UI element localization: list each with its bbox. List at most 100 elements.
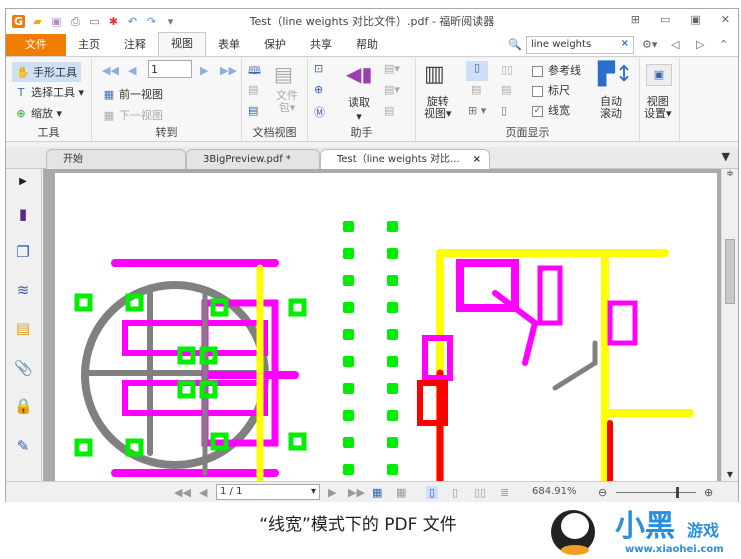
zoom-plus-icon[interactable]: ⊕: [314, 83, 323, 96]
menu-protect[interactable]: 保护: [252, 34, 298, 56]
split-button[interactable]: ⊞ ▾: [468, 104, 486, 117]
previous-view-label: 前一视图: [119, 88, 163, 101]
zoom-page-icon[interactable]: ⊡: [314, 62, 323, 75]
select-tool-button[interactable]: T 选择工具 ▾: [14, 84, 84, 100]
maximize-button[interactable]: ▣: [690, 13, 700, 26]
clear-search-button[interactable]: ×: [621, 38, 629, 49]
last-page-icon[interactable]: ▶▶: [348, 486, 365, 499]
next-view-button[interactable]: ▦ 下一视图: [102, 107, 163, 123]
search-input[interactable]: line weights ×: [526, 36, 634, 54]
split-icon[interactable]: ≑: [722, 169, 738, 179]
tab-3bigpreview[interactable]: 3BigPreview.pdf *: [186, 149, 320, 169]
document-view[interactable]: [43, 169, 721, 502]
print-icon[interactable]: ⎙: [69, 15, 82, 28]
zoom-in-icon[interactable]: ⊕: [704, 486, 713, 499]
pages-icon[interactable]: ❐: [14, 243, 32, 261]
green-dot: [343, 356, 354, 367]
page-number-input[interactable]: 1: [148, 60, 192, 78]
save-icon[interactable]: ▣: [50, 15, 63, 28]
continuous-button[interactable]: ▤: [471, 83, 481, 96]
facing-button[interactable]: ▯▯: [501, 63, 513, 76]
settings-icon[interactable]: ⚙▾: [642, 38, 657, 51]
first-page-button[interactable]: ◀◀: [102, 64, 119, 77]
previous-view-button[interactable]: ▦ 前一视图: [102, 86, 163, 102]
lock-icon[interactable]: 🔒: [14, 397, 33, 415]
vertical-scrollbar[interactable]: ≑ ▼: [721, 169, 738, 481]
prev-page-button[interactable]: ◀: [128, 64, 136, 77]
read-button[interactable]: 读取 ▾: [348, 94, 370, 123]
find-icon[interactable]: 🔍: [508, 38, 522, 51]
zoom-out-icon[interactable]: ⊖: [598, 486, 607, 499]
zoom-button[interactable]: ⊕ 缩放 ▾: [14, 105, 62, 121]
read-pause-icon[interactable]: ▤: [384, 104, 394, 117]
last-page-button[interactable]: ▶▶: [220, 64, 237, 77]
next-result-icon[interactable]: ▷: [696, 38, 704, 51]
menu-comment[interactable]: 注释: [112, 34, 158, 56]
tab-list-icon[interactable]: ▼: [722, 150, 730, 163]
layout-icon[interactable]: ⊞: [631, 13, 640, 26]
prev-result-icon[interactable]: ◁: [671, 38, 679, 51]
close-tab-icon[interactable]: ×: [473, 150, 481, 169]
lineweights-checkbox[interactable]: ✓ 线宽: [532, 102, 570, 118]
scroll-down-icon[interactable]: ▼: [722, 470, 738, 479]
open-icon[interactable]: ▰: [31, 15, 44, 28]
menu-form[interactable]: 表单: [206, 34, 252, 56]
page-view-icon[interactable]: ▤: [248, 104, 258, 117]
attachment-icon[interactable]: 📎: [14, 359, 33, 377]
view-settings-button[interactable]: 视图 设置▾: [644, 96, 672, 120]
collapse-ribbon-icon[interactable]: ⌃: [719, 38, 728, 51]
ruler-checkbox[interactable]: 标尺: [532, 82, 570, 98]
layers-icon[interactable]: ≋: [14, 281, 32, 299]
continuous-facing-button[interactable]: ▤: [501, 83, 511, 96]
previous-view-icon[interactable]: ▦: [372, 486, 382, 499]
menu-view[interactable]: 视图: [158, 32, 206, 56]
file-package-button[interactable]: 文件 包▾: [276, 90, 298, 114]
comments-icon[interactable]: ▤: [14, 319, 32, 337]
green-dot: [343, 302, 354, 313]
hand-tool-button[interactable]: ✋ 手形工具: [12, 62, 81, 82]
file-package-icon[interactable]: ▤: [274, 62, 293, 86]
continuous-mode-icon[interactable]: ▯: [452, 486, 458, 499]
continuous-facing-mode-icon[interactable]: ≣: [500, 486, 509, 499]
single-page-button[interactable]: ▯: [466, 61, 488, 81]
next-view-icon[interactable]: ▦: [396, 486, 406, 499]
close-button[interactable]: ✕: [721, 13, 730, 26]
prev-page-icon[interactable]: ◀: [199, 486, 207, 499]
form-icon[interactable]: ▭: [88, 15, 101, 28]
read-add-icon[interactable]: ▤▾: [384, 83, 400, 96]
facing-mode-icon[interactable]: ▯▯: [474, 486, 486, 499]
magnifier-icon[interactable]: Ⓜ: [314, 104, 325, 120]
page-selector[interactable]: 1 / 1 ▾: [216, 484, 320, 500]
menu-help[interactable]: 帮助: [344, 34, 390, 56]
undo-icon[interactable]: ↶: [126, 15, 139, 28]
auto-scroll-button[interactable]: 自动 滚动: [600, 96, 622, 120]
tab-start[interactable]: 开始: [46, 149, 186, 169]
zoom-slider-handle[interactable]: [676, 487, 679, 498]
menu-share[interactable]: 共享: [298, 34, 344, 56]
bookmark-icon[interactable]: ▮: [14, 205, 32, 223]
read-page-icon[interactable]: ▤▾: [384, 62, 400, 75]
rotate-view-button[interactable]: 旋转 视图▾: [424, 96, 452, 120]
customize-icon[interactable]: ▾: [164, 15, 177, 28]
signature-icon[interactable]: ✎: [14, 437, 32, 455]
single-page-mode-icon[interactable]: ▯: [426, 486, 439, 499]
redo-icon[interactable]: ↷: [145, 15, 158, 28]
zoom-slider[interactable]: [616, 487, 696, 498]
tab-test[interactable]: Test（line weights 对比... ×: [320, 149, 490, 169]
page-icon[interactable]: ▤: [248, 83, 258, 96]
next-page-icon[interactable]: ▶: [328, 486, 336, 499]
book-icon[interactable]: 🕮: [248, 62, 261, 81]
expand-sidebar-icon[interactable]: ▶: [14, 173, 32, 191]
speaker-icon[interactable]: ◀▮: [346, 62, 372, 86]
cover-button[interactable]: ▯: [501, 104, 507, 117]
first-page-icon[interactable]: ◀◀: [174, 486, 191, 499]
group-goto: ◀◀ ◀ 1 ▶ ▶▶ ▦ 前一视图 ▦ 下一视图 转到: [92, 58, 242, 142]
guides-checkbox[interactable]: 参考线: [532, 62, 581, 78]
menu-file[interactable]: 文件: [6, 34, 66, 56]
next-page-button[interactable]: ▶: [200, 64, 208, 77]
menu-home[interactable]: 主页: [66, 34, 112, 56]
scroll-thumb[interactable]: [725, 239, 735, 304]
new-icon[interactable]: ✱: [107, 15, 120, 28]
app-logo-icon[interactable]: G: [12, 14, 25, 28]
minimize-button[interactable]: ▭: [660, 13, 670, 26]
